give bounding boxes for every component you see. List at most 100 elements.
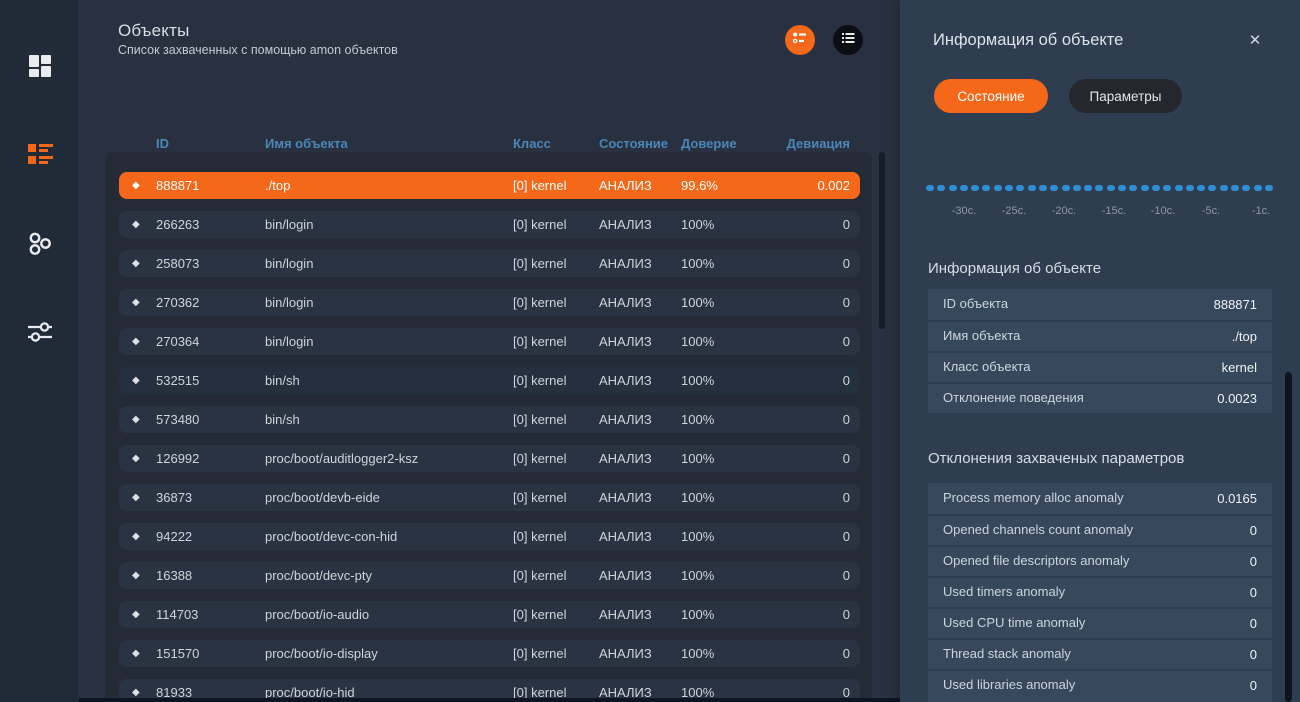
kv-value: 0 <box>1250 585 1257 600</box>
timeline-dot <box>1073 185 1081 191</box>
diamond-icon: ◆ <box>119 259 156 269</box>
kv-label: Отклонение поведения <box>943 384 1084 413</box>
table-row[interactable]: ◆ 151570 proc/boot/io-display [0] kernel… <box>119 640 860 667</box>
cell-state: АНАЛИЗ <box>599 529 681 544</box>
kv-row: Имя объекта ./top <box>928 320 1272 351</box>
filters-icon[interactable] <box>27 319 53 345</box>
timeline-dot <box>1186 185 1194 191</box>
cell-deviation: 0 <box>776 412 860 427</box>
table-row[interactable]: ◆ 36873 proc/boot/devb-eide [0] kernel А… <box>119 484 860 511</box>
table-row[interactable]: ◆ 573480 bin/sh [0] kernel АНАЛИЗ 100% 0 <box>119 406 860 433</box>
cell-class: [0] kernel <box>513 256 599 271</box>
table-row[interactable]: ◆ 126992 proc/boot/auditlogger2-ksz [0] … <box>119 445 860 472</box>
timeline-dot <box>1197 185 1205 191</box>
objects-table: ◆ 888871 ./top [0] kernel АНАЛИЗ 99.6% 0… <box>105 152 872 702</box>
kv-row: Thread stack anomaly 0 <box>928 638 1272 669</box>
cell-name: bin/login <box>265 295 513 310</box>
page-subtitle: Список захваченных с помощью amon объект… <box>118 43 398 57</box>
diamond-icon: ◆ <box>119 454 156 464</box>
cell-trust: 100% <box>681 568 776 583</box>
timeline-dot <box>1095 185 1103 191</box>
tab-state[interactable]: Состояние <box>934 79 1048 113</box>
cell-trust: 100% <box>681 529 776 544</box>
kv-row: Process memory alloc anomaly 0.0165 <box>928 483 1272 514</box>
timeline-tick: -30с. <box>939 205 989 217</box>
table-row[interactable]: ◆ 114703 proc/boot/io-audio [0] kernel А… <box>119 601 860 628</box>
info-section-title: Информация об объекте <box>928 260 1101 277</box>
kv-value: 0 <box>1250 647 1257 662</box>
panel-scrollbar[interactable] <box>1285 372 1292 702</box>
cell-class: [0] kernel <box>513 217 599 232</box>
cell-state: АНАЛИЗ <box>599 451 681 466</box>
timeline-dot <box>1254 185 1262 191</box>
timeline-tick: -25с. <box>989 205 1039 217</box>
kv-row: Класс объекта kernel <box>928 351 1272 382</box>
object-info-table: ID объекта 888871 Имя объекта ./top Клас… <box>928 289 1272 413</box>
kv-value: 888871 <box>1214 297 1257 312</box>
object-info-panel: Информация об объекте ✕ Состояние Параме… <box>900 0 1300 702</box>
table-row[interactable]: ◆ 270362 bin/login [0] kernel АНАЛИЗ 100… <box>119 289 860 316</box>
timeline-dot <box>937 185 945 191</box>
column-header-id: ID <box>156 136 265 151</box>
table-scrollbar[interactable] <box>879 152 885 329</box>
kv-row: Used timers anomaly 0 <box>928 576 1272 607</box>
anomaly-section-title: Отклонения захваченых параметров <box>928 450 1184 467</box>
kv-label: Process memory alloc anomaly <box>943 484 1124 513</box>
cell-state: АНАЛИЗ <box>599 646 681 661</box>
kv-row: ID объекта 888871 <box>928 289 1272 320</box>
table-row[interactable]: ◆ 532515 bin/sh [0] kernel АНАЛИЗ 100% 0 <box>119 367 860 394</box>
cell-name: bin/sh <box>265 412 513 427</box>
timeline-tick: -5с. <box>1186 205 1236 217</box>
compact-view-button[interactable] <box>833 25 863 55</box>
cell-deviation: 0 <box>776 334 860 349</box>
cell-trust: 100% <box>681 334 776 349</box>
timeline-dot <box>1242 185 1250 191</box>
timeline-dot <box>1050 185 1058 191</box>
timeline-dot <box>1084 185 1092 191</box>
timeline-dot <box>1231 185 1239 191</box>
table-row[interactable]: ◆ 16388 proc/boot/devc-pty [0] kernel АН… <box>119 562 860 589</box>
kv-label: Имя объекта <box>943 322 1020 351</box>
cell-class: [0] kernel <box>513 490 599 505</box>
cell-class: [0] kernel <box>513 412 599 427</box>
table-row[interactable]: ◆ 94222 proc/boot/devc-con-hid [0] kerne… <box>119 523 860 550</box>
cell-state: АНАЛИЗ <box>599 334 681 349</box>
cell-state: АНАЛИЗ <box>599 217 681 232</box>
cell-deviation: 0 <box>776 568 860 583</box>
cell-class: [0] kernel <box>513 646 599 661</box>
cell-name: bin/login <box>265 256 513 271</box>
timeline-dots <box>926 185 1273 191</box>
cell-state: АНАЛИЗ <box>599 568 681 583</box>
bullet-list-icon <box>840 30 856 51</box>
nodes-icon[interactable] <box>27 231 53 257</box>
diamond-icon: ◆ <box>119 181 156 191</box>
cell-name: ./top <box>265 178 513 193</box>
dashboard-icon[interactable] <box>27 53 53 79</box>
timeline-dot <box>971 185 979 191</box>
cell-deviation: 0 <box>776 256 860 271</box>
table-row[interactable]: ◆ 266263 bin/login [0] kernel АНАЛИЗ 100… <box>119 211 860 238</box>
cell-trust: 100% <box>681 607 776 622</box>
table-row[interactable]: ◆ 258073 bin/login [0] kernel АНАЛИЗ 100… <box>119 250 860 277</box>
table-row[interactable]: ◆ 888871 ./top [0] kernel АНАЛИЗ 99.6% 0… <box>119 172 860 199</box>
close-icon[interactable]: ✕ <box>1245 30 1265 50</box>
table-row[interactable]: ◆ 270364 bin/login [0] kernel АНАЛИЗ 100… <box>119 328 860 355</box>
timeline-tick: -10с. <box>1138 205 1188 217</box>
tab-parameters[interactable]: Параметры <box>1069 79 1182 113</box>
kv-label: Used CPU time anomaly <box>943 609 1085 638</box>
diamond-icon: ◆ <box>119 688 156 698</box>
cell-trust: 100% <box>681 646 776 661</box>
timeline-dot <box>1129 185 1137 191</box>
diamond-icon: ◆ <box>119 493 156 503</box>
detailed-view-button[interactable] <box>785 25 815 55</box>
diamond-icon: ◆ <box>119 532 156 542</box>
cell-deviation: 0 <box>776 607 860 622</box>
cell-name: bin/login <box>265 334 513 349</box>
cell-trust: 100% <box>681 412 776 427</box>
cell-state: АНАЛИЗ <box>599 178 681 193</box>
cell-trust: 100% <box>681 490 776 505</box>
timeline-dot <box>1039 185 1047 191</box>
objects-list-icon[interactable] <box>27 142 53 168</box>
diamond-icon: ◆ <box>119 220 156 230</box>
timeline-dot <box>1005 185 1013 191</box>
